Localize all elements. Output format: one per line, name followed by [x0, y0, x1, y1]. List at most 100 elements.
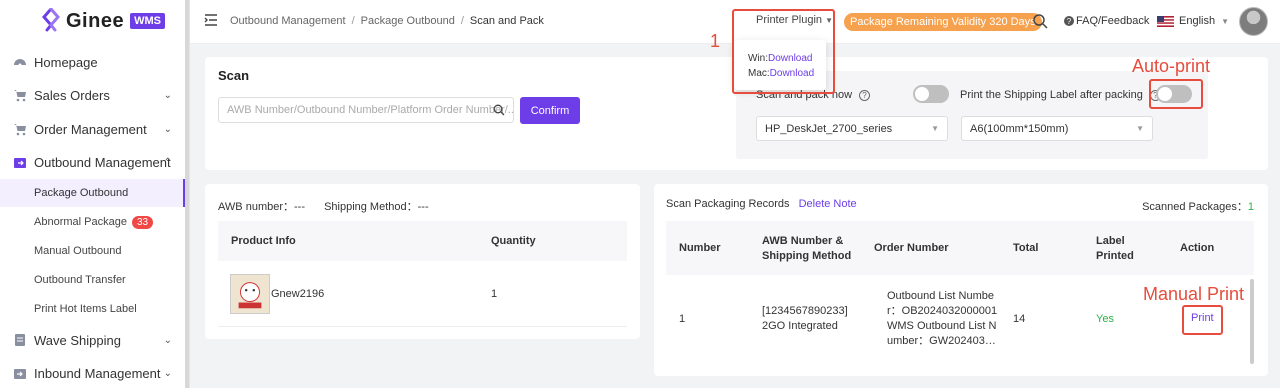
chevron-down-icon: ▼ [931, 124, 939, 133]
sidebar-item-label: Wave Shipping [34, 332, 121, 348]
column-header: Quantity [491, 235, 536, 247]
sidebar-item-inbound-management[interactable]: Inbound Management ⌄ [0, 358, 186, 388]
sidebar-item-outbound-management[interactable]: Outbound Management ⌃ [0, 147, 186, 177]
breadcrumb-item[interactable]: Package Outbound [361, 15, 455, 27]
sidebar-item-sales-orders[interactable]: Sales Orders ⌄ [0, 80, 186, 110]
outbound-box-icon [14, 158, 26, 168]
language-label: English [1179, 15, 1216, 27]
chevron-down-icon: ⌄ [163, 367, 172, 379]
printer-select-value: HP_DeskJet_2700_series [765, 123, 893, 135]
sidebar-item-homepage[interactable]: Homepage [0, 47, 186, 77]
wave-doc-icon [15, 334, 25, 346]
cart-icon [14, 124, 26, 136]
faq-label: FAQ/Feedback [1076, 15, 1150, 27]
cart-icon [14, 90, 26, 102]
breadcrumb: Outbound Management / Package Outbound /… [230, 15, 544, 27]
ginee-logo-icon [42, 8, 60, 32]
logo[interactable]: Ginee WMS [40, 6, 165, 36]
print-label-after-label: Print the Shipping Label after packing [960, 89, 1143, 101]
chevron-down-icon: ⌄ [163, 123, 172, 135]
records-table-header: Number AWB Number & Shipping Method Orde… [666, 221, 1254, 275]
scan-title: Scan [218, 68, 250, 83]
breadcrumb-separator: / [460, 15, 464, 27]
order-line: umber：GW202403… [887, 335, 996, 347]
row-awb: [1234567890233] 2GO Integrated [762, 304, 848, 334]
column-header-line: Shipping Method [762, 250, 852, 262]
column-header-line: Printed [1096, 250, 1134, 262]
records-title-line: Scan Packaging Records Delete Note [666, 198, 857, 210]
row-number: 1 [679, 313, 686, 325]
column-header: Action [1180, 242, 1215, 254]
package-info-card: AWB number：--- Shipping Method：--- Produ… [205, 184, 640, 339]
sidebar-subitem-manual-outbound[interactable]: Manual Outbound [0, 237, 186, 265]
column-header-label-printed: Label Printed [1096, 234, 1134, 264]
row-awb-number: [1234567890233] [762, 305, 848, 317]
scan-input[interactable]: AWB Number/Outbound Number/Platform Orde… [218, 97, 514, 123]
delete-note-link[interactable]: Delete Note [799, 198, 857, 210]
search-icon[interactable] [1032, 13, 1048, 29]
annotation-number: 1 [710, 31, 721, 51]
chevron-down-icon: ⌄ [163, 89, 172, 101]
shipping-method: Shipping Method：--- [324, 201, 429, 213]
annotation-auto-print: Auto-print [1132, 56, 1211, 76]
paper-size-select-value: A6(100mm*150mm) [970, 123, 1069, 135]
column-header: Product Info [231, 235, 296, 247]
confirm-button[interactable]: Confirm [520, 97, 580, 124]
breadcrumb-separator: / [351, 15, 355, 27]
chevron-down-icon: ⌄ [163, 334, 172, 346]
awb-info-line: AWB number：--- Shipping Method：--- [218, 198, 445, 214]
sidebar-scrollbar[interactable] [185, 0, 189, 388]
question-icon: ? [1064, 16, 1074, 26]
search-icon[interactable] [493, 104, 505, 116]
sidebar-item-label: Abnormal Package [34, 216, 127, 228]
breadcrumb-item[interactable]: Outbound Management [230, 15, 346, 27]
annotation-box-manual-print [1182, 305, 1223, 335]
scanned-packages-label: Scanned Packages： [1142, 201, 1248, 213]
annotation-manual-print: Manual Print [1143, 284, 1245, 304]
scan-records-card: Scan Packaging Records Delete Note Scann… [654, 184, 1268, 376]
sidebar-item-label: Manual Outbound [34, 245, 122, 257]
scanned-packages-count: 1 [1247, 201, 1254, 213]
row-shipping-method: 2GO Integrated [762, 320, 838, 332]
column-header: Number [679, 242, 721, 254]
sidebar-item-wave-shipping[interactable]: Wave Shipping ⌄ [0, 325, 186, 355]
annotation-box-printer-plugin [732, 9, 835, 94]
product-table-header: Product Info Quantity [218, 221, 627, 261]
row-order-number: Outbound List Numbe r：OB2024032000001 WM… [887, 289, 997, 349]
language-selector[interactable]: English ▼ [1157, 15, 1229, 27]
column-header-line: AWB Number & [762, 235, 844, 247]
scan-pack-now-toggle[interactable] [913, 85, 949, 103]
sidebar-item-order-management[interactable]: Order Management ⌄ [0, 114, 186, 144]
menu-fold-icon[interactable] [204, 13, 218, 27]
records-title: Scan Packaging Records [666, 198, 790, 210]
sidebar-subitem-package-outbound[interactable]: Package Outbound [0, 179, 186, 207]
sidebar: Ginee WMS Homepage Sales Orders ⌄ Order … [0, 0, 190, 388]
faq-feedback-link[interactable]: ? FAQ/Feedback [1064, 15, 1149, 27]
sidebar-item-label: Outbound Management [34, 154, 171, 170]
inbound-box-icon [14, 369, 26, 379]
column-header: Order Number [874, 242, 949, 254]
help-icon[interactable]: ? [859, 89, 871, 101]
sidebar-item-label: Package Outbound [34, 187, 129, 199]
us-flag-icon [1157, 15, 1174, 27]
logo-text: Ginee [66, 9, 125, 32]
product-name: Gnew2196 [271, 288, 325, 300]
count-badge: 33 [131, 215, 154, 229]
chevron-down-icon: ▼ [1221, 16, 1229, 26]
avatar[interactable] [1239, 7, 1268, 36]
printer-select[interactable]: HP_DeskJet_2700_series ▼ [756, 116, 948, 141]
sidebar-item-label: Order Management [34, 121, 147, 137]
sidebar-item-label: Inbound Management [34, 365, 161, 381]
sidebar-item-label: Homepage [34, 54, 98, 70]
sidebar-subitem-print-hot-items-label[interactable]: Print Hot Items Label [0, 295, 186, 323]
validity-badge: Package Remaining Validity 320 Days [844, 13, 1042, 31]
print-label-setting: Print the Shipping Label after packing ? [960, 89, 1161, 101]
records-scrollbar[interactable] [1250, 279, 1254, 364]
awb-number: AWB number：--- [218, 201, 305, 213]
paper-size-select[interactable]: A6(100mm*150mm) ▼ [961, 116, 1153, 141]
table-row: Gnew2196 1 [218, 261, 627, 327]
sidebar-subitem-outbound-transfer[interactable]: Outbound Transfer [0, 266, 186, 294]
sidebar-subitem-abnormal-package[interactable]: Abnormal Package 33 [0, 208, 186, 236]
column-header-awb: AWB Number & Shipping Method [762, 234, 851, 264]
chevron-down-icon: ▼ [1136, 124, 1144, 133]
